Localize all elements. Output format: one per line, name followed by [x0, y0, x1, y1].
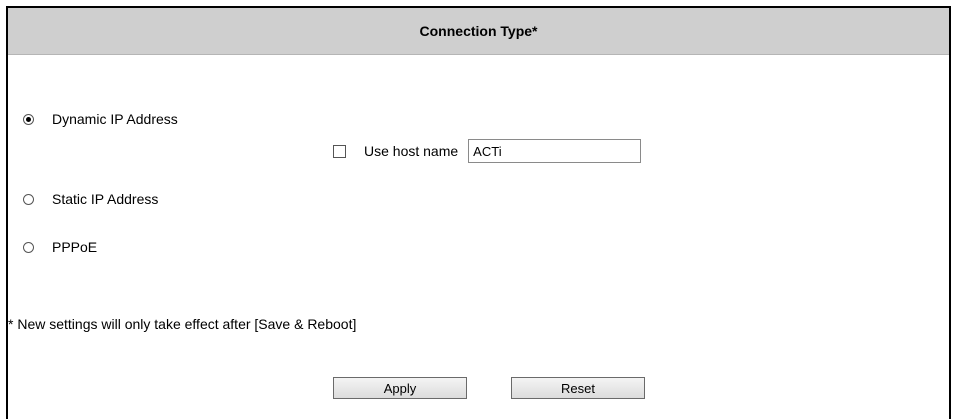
dynamic-ip-label: Dynamic IP Address: [52, 111, 178, 127]
settings-note: * New settings will only take effect aft…: [8, 316, 357, 332]
option-static-ip[interactable]: Static IP Address: [23, 191, 158, 207]
static-ip-radio[interactable]: [23, 193, 34, 205]
pppoe-label: PPPoE: [52, 239, 98, 255]
panel-title: Connection Type*: [419, 23, 538, 39]
reset-button[interactable]: Reset: [511, 377, 645, 399]
dynamic-ip-radio[interactable]: [23, 113, 34, 125]
option-dynamic-ip[interactable]: Dynamic IP Address: [23, 111, 178, 127]
static-ip-label: Static IP Address: [52, 191, 159, 207]
panel-header: Connection Type*: [8, 8, 949, 55]
apply-button[interactable]: Apply: [333, 377, 467, 399]
connection-type-panel: Connection Type* Dynamic IP Address Use …: [6, 6, 951, 419]
use-host-name-label: Use host name: [364, 143, 459, 159]
pppoe-radio[interactable]: [23, 241, 34, 253]
use-host-name-checkbox[interactable]: [333, 144, 346, 158]
option-pppoe[interactable]: PPPoE: [23, 239, 97, 255]
host-name-input[interactable]: [468, 139, 642, 163]
use-host-name-row: Use host name: [333, 139, 642, 163]
